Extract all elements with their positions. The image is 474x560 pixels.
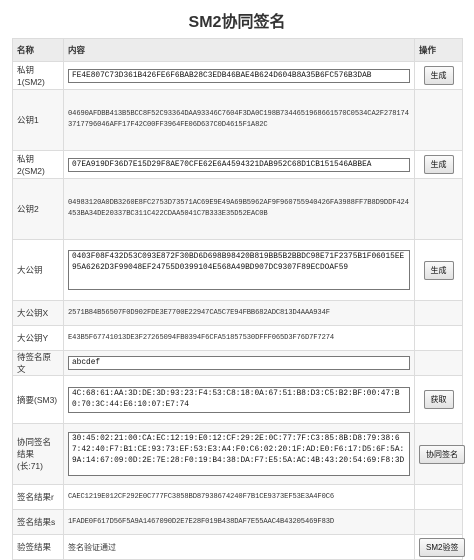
label-pub1: 公钥1 (12, 89, 64, 151)
label-plain: 待签名原文 (12, 350, 64, 376)
sigs-value: 1FADE0F617D56F5A9A1467090D2E7E28F019B438… (63, 509, 415, 535)
label-sigs: 签名结果s (12, 509, 64, 535)
pub2-value: 04983120A0DB3260E8FC2753D73571AC69E9E49A… (63, 178, 415, 240)
label-bigpriv: 大公钥 (12, 239, 64, 301)
label-bigy: 大公钥Y (12, 325, 64, 351)
plain-input[interactable]: abcdef (68, 356, 410, 370)
row-pub1: 公钥1 04690AFDBB413B5BCC8F52C93364DAA93346… (12, 89, 463, 151)
row-plain: 待签名原文 abcdef (12, 350, 463, 376)
label-digest: 摘要(SM3) (12, 375, 64, 424)
priv1-input[interactable]: FE4E807C73D361B426FE6F6BAB28C3EDB46BAE4B… (68, 68, 410, 83)
sigr-value: CAEC1219E012CF292E0C777FC3858BD879386742… (63, 484, 415, 510)
page-title: SM2协同签名 (188, 14, 286, 31)
gen-bigpriv-button[interactable]: 生成 (423, 260, 454, 280)
row-pub2: 公钥2 04983120A0DB3260E8FC2753D73571AC69E9… (12, 178, 463, 240)
label-priv2: 私钥2(SM2) (12, 150, 64, 179)
row-bigpriv: 大公钥 0403F08F432D53C093E872F30BD6D698B984… (12, 239, 463, 301)
header-content: 内容 (63, 38, 415, 62)
bigpriv-input[interactable]: 0403F08F432D53C093E872F30BD6D698B98420B8… (68, 250, 410, 290)
row-verify: 验签结果 签名验证通过 SM2验签 (12, 534, 466, 560)
verify-result: 签名验证通过 (63, 534, 415, 560)
row-priv2: 私钥2(SM2) 07EA919DF36D7E15D29F8AE70CFE62E… (12, 150, 463, 179)
row-bigy: 大公钥Y E43B5F67741013DE3F27265094FB0394F6C… (12, 325, 463, 351)
header-row: 名称 内容 操作 (12, 38, 463, 62)
cosign-button[interactable]: 协同签名 (419, 444, 465, 464)
row-sigres: 协同签名结果(长:71) 30:45:02:21:00:CA:EC:12:19:… (12, 423, 465, 485)
label-priv1: 私钥1(SM2) (12, 61, 64, 90)
digest-input[interactable]: 4C:68:61:AA:3D:DE:3D:93:23:F4:53:C8:18:0… (68, 386, 410, 413)
get-digest-button[interactable]: 获取 (423, 390, 454, 409)
priv2-input[interactable]: 07EA919DF36D7E15D29F8AE70CFE62E6A4594321… (68, 157, 410, 172)
label-verify: 验签结果 (12, 534, 64, 560)
gen-priv1-button[interactable]: 生成 (423, 66, 454, 85)
label-sigr: 签名结果r (12, 484, 64, 510)
row-digest: 摘要(SM3) 4C:68:61:AA:3D:DE:3D:93:23:F4:53… (12, 375, 463, 424)
verify-button[interactable]: SM2验签 (419, 537, 466, 557)
bigy-value: E43B5F67741013DE3F27265094FB0394F6CFA518… (63, 325, 415, 351)
label-pub2: 公钥2 (12, 178, 64, 240)
header-name: 名称 (12, 38, 64, 62)
row-sigs: 签名结果s 1FADE0F617D56F5A9A1467090D2E7E28F0… (12, 509, 463, 535)
bigx-value: 2571B84B56507F0D902FDE3E7700E22947CA5C7E… (63, 300, 415, 326)
row-bigx: 大公钥X 2571B84B56507F0D902FDE3E7700E22947C… (12, 300, 463, 326)
gen-priv2-button[interactable]: 生成 (423, 155, 454, 174)
sm2-table: 名称 内容 操作 私钥1(SM2) FE4E807C73D361B426FE6F… (12, 38, 466, 560)
row-priv1: 私钥1(SM2) FE4E807C73D361B426FE6F6BAB28C3E… (12, 61, 463, 90)
label-sigres: 协同签名结果(长:71) (12, 423, 64, 485)
sigres-input[interactable]: 30:45:02:21:00:CA:EC:12:19:E0:12:CF:29:2… (68, 432, 410, 476)
header-op: 操作 (414, 38, 463, 62)
pub1-value: 04690AFDBB413B5BCC8F52C93364DAA93346C760… (63, 89, 415, 151)
label-bigx: 大公钥X (12, 300, 64, 326)
row-sigr: 签名结果r CAEC1219E012CF292E0C777FC3858BD879… (12, 484, 463, 510)
